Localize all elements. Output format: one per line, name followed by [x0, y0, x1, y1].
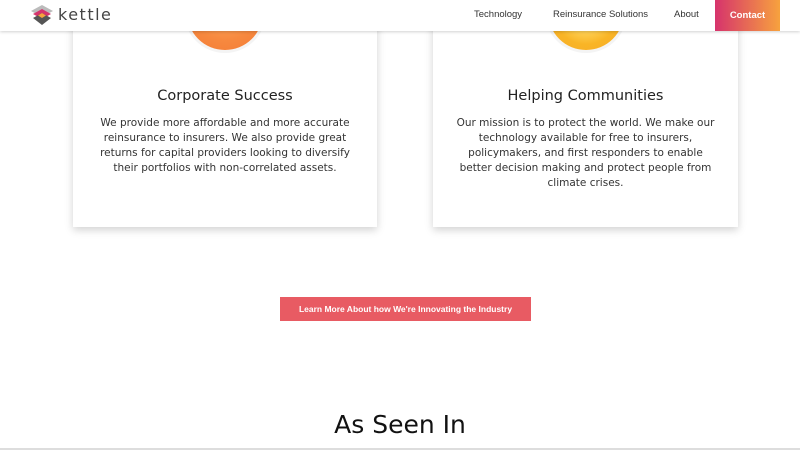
card-title: Corporate Success [157, 88, 293, 104]
site-header: kettle Technology Reinsurance Solutions … [0, 0, 800, 31]
nav-technology[interactable]: Technology [474, 9, 522, 20]
contact-button[interactable]: Contact [715, 0, 780, 31]
learn-more-button[interactable]: Learn More About how We're Innovating th… [280, 297, 531, 321]
card-corporate-success: Corporate Success We provide more afford… [73, 0, 377, 227]
brand-name[interactable]: kettle [58, 5, 112, 24]
card-helping-communities: Helping Communities Our mission is to pr… [433, 0, 738, 227]
as-seen-in-heading: As Seen In [334, 410, 466, 439]
kettle-logo-icon[interactable] [30, 4, 54, 26]
nav-reinsurance-solutions[interactable]: Reinsurance Solutions [553, 9, 648, 20]
card-text: We provide more affordable and more accu… [100, 117, 350, 174]
card-title: Helping Communities [507, 88, 664, 104]
nav-about[interactable]: About [674, 9, 699, 20]
card-text: Our mission is to protect the world. We … [456, 117, 715, 189]
